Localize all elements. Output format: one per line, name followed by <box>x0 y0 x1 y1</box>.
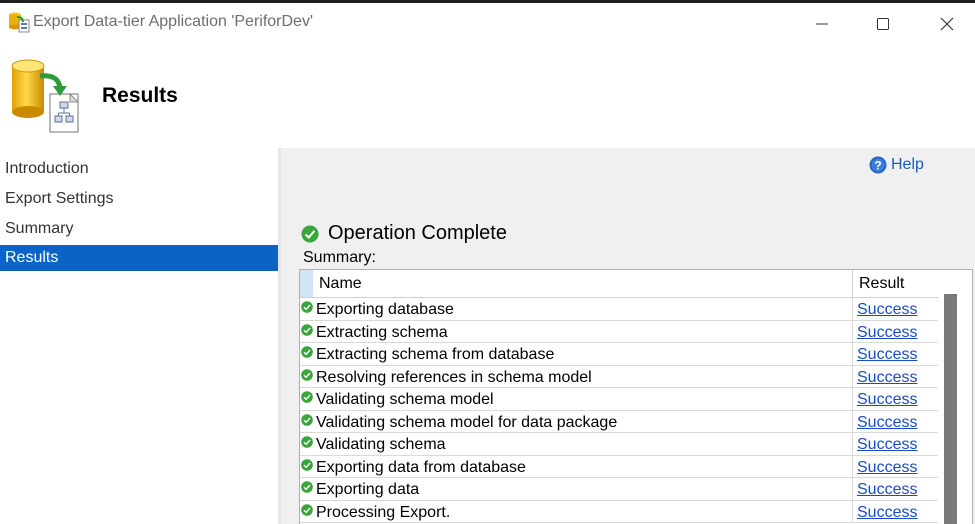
row-result-link[interactable]: Success <box>857 301 917 319</box>
success-check-icon <box>301 436 313 448</box>
scrollbar-thumb[interactable] <box>944 294 957 524</box>
maximize-icon <box>877 18 889 30</box>
row-result-link[interactable]: Success <box>857 459 917 477</box>
row-result-link[interactable]: Success <box>857 346 917 364</box>
table-row: Extracting schema Success <box>300 320 938 343</box>
success-check-icon <box>301 481 313 493</box>
row-name: Exporting data from database <box>316 458 526 476</box>
table-row: Resolving references in schema model Suc… <box>300 365 938 388</box>
success-check-icon <box>301 503 313 516</box>
close-button[interactable] <box>924 9 970 39</box>
nav-item-export-settings[interactable]: Export Settings <box>0 186 278 212</box>
row-name: Extracting schema <box>316 323 448 341</box>
row-result-link[interactable]: Success <box>857 391 917 409</box>
row-separator <box>852 433 853 455</box>
table-row: Validating schema model for data package… <box>300 410 938 433</box>
grid-rows: Exporting database Success Extracting sc… <box>300 298 938 523</box>
maximize-button[interactable] <box>860 9 906 39</box>
success-check-icon <box>301 225 319 242</box>
table-row: Processing Export. Success <box>300 500 938 523</box>
row-name: Extracting schema from database <box>316 346 555 363</box>
row-result-link[interactable]: Success <box>857 324 917 342</box>
window-title: Export Data-tier Application 'PeriforDev… <box>33 13 314 30</box>
row-name: Exporting database <box>316 301 454 318</box>
row-separator <box>852 343 853 365</box>
row-separator <box>852 388 853 410</box>
row-separator <box>852 410 853 432</box>
success-check-icon <box>301 301 313 313</box>
row-result-link[interactable]: Success <box>857 436 917 454</box>
title-bar: Export Data-tier Application 'PeriforDev… <box>0 3 975 43</box>
table-row: Exporting database Success <box>300 298 938 321</box>
row-separator <box>852 365 853 387</box>
help-label: Help <box>891 156 924 173</box>
help-link[interactable]: ? Help <box>869 156 924 174</box>
success-check-icon <box>301 413 313 426</box>
vertical-scrollbar[interactable] <box>940 270 972 524</box>
results-panel: ? Help Operation Complete Summary: Name … <box>281 148 975 524</box>
column-header-result[interactable]: Result <box>859 275 904 293</box>
help-icon: ? <box>869 156 887 174</box>
nav-item-summary[interactable]: Summary <box>0 216 278 242</box>
row-name: Validating schema model <box>316 391 494 408</box>
row-result-link[interactable]: Success <box>857 504 917 522</box>
export-dialog-window: Export Data-tier Application 'PeriforDev… <box>0 3 975 524</box>
database-export-icon <box>9 12 30 33</box>
row-separator <box>852 320 853 342</box>
grid-header: Name Result <box>300 270 938 298</box>
row-result-link[interactable]: Success <box>857 414 917 432</box>
row-name: Processing Export. <box>316 503 451 521</box>
table-row: Validating schema model Success <box>300 388 938 411</box>
success-check-icon <box>301 391 313 403</box>
row-separator <box>852 298 853 320</box>
minimize-icon <box>816 23 828 25</box>
row-name: Validating schema <box>316 436 446 453</box>
nav-item-introduction[interactable]: Introduction <box>0 156 278 182</box>
column-header-name[interactable]: Name <box>319 275 362 293</box>
row-separator <box>852 455 853 477</box>
table-row: Exporting data Success <box>300 478 938 501</box>
page-header: Results <box>0 43 975 148</box>
row-name: Validating schema model for data package <box>316 413 618 431</box>
row-separator <box>852 478 853 500</box>
grid-header-corner <box>300 270 313 297</box>
results-grid: Name Result Exporting database Success E… <box>299 269 973 524</box>
table-row: Extracting schema from database Success <box>300 343 938 366</box>
success-check-icon <box>301 346 313 358</box>
table-row: Exporting data from database Success <box>300 455 938 478</box>
close-icon <box>940 17 954 31</box>
operation-title: Operation Complete <box>328 222 507 244</box>
success-check-icon <box>301 368 313 381</box>
summary-label: Summary: <box>303 249 376 266</box>
minimize-button[interactable] <box>799 9 845 39</box>
database-export-large-icon <box>11 59 80 133</box>
row-result-link[interactable]: Success <box>857 369 917 387</box>
nav-item-results[interactable]: Results <box>0 245 278 271</box>
row-result-link[interactable]: Success <box>857 481 917 499</box>
page-title: Results <box>102 84 178 107</box>
operation-status: Operation Complete <box>301 222 507 245</box>
table-row: Validating schema Success <box>300 433 938 456</box>
column-separator <box>852 270 853 297</box>
row-name: Exporting data <box>316 481 420 498</box>
success-check-icon <box>301 458 313 471</box>
success-check-icon <box>301 323 313 336</box>
row-separator <box>852 500 853 522</box>
svg-text:?: ? <box>874 159 881 173</box>
wizard-nav: Introduction Export Settings Summary Res… <box>0 148 278 524</box>
row-name: Resolving references in schema model <box>316 368 592 386</box>
